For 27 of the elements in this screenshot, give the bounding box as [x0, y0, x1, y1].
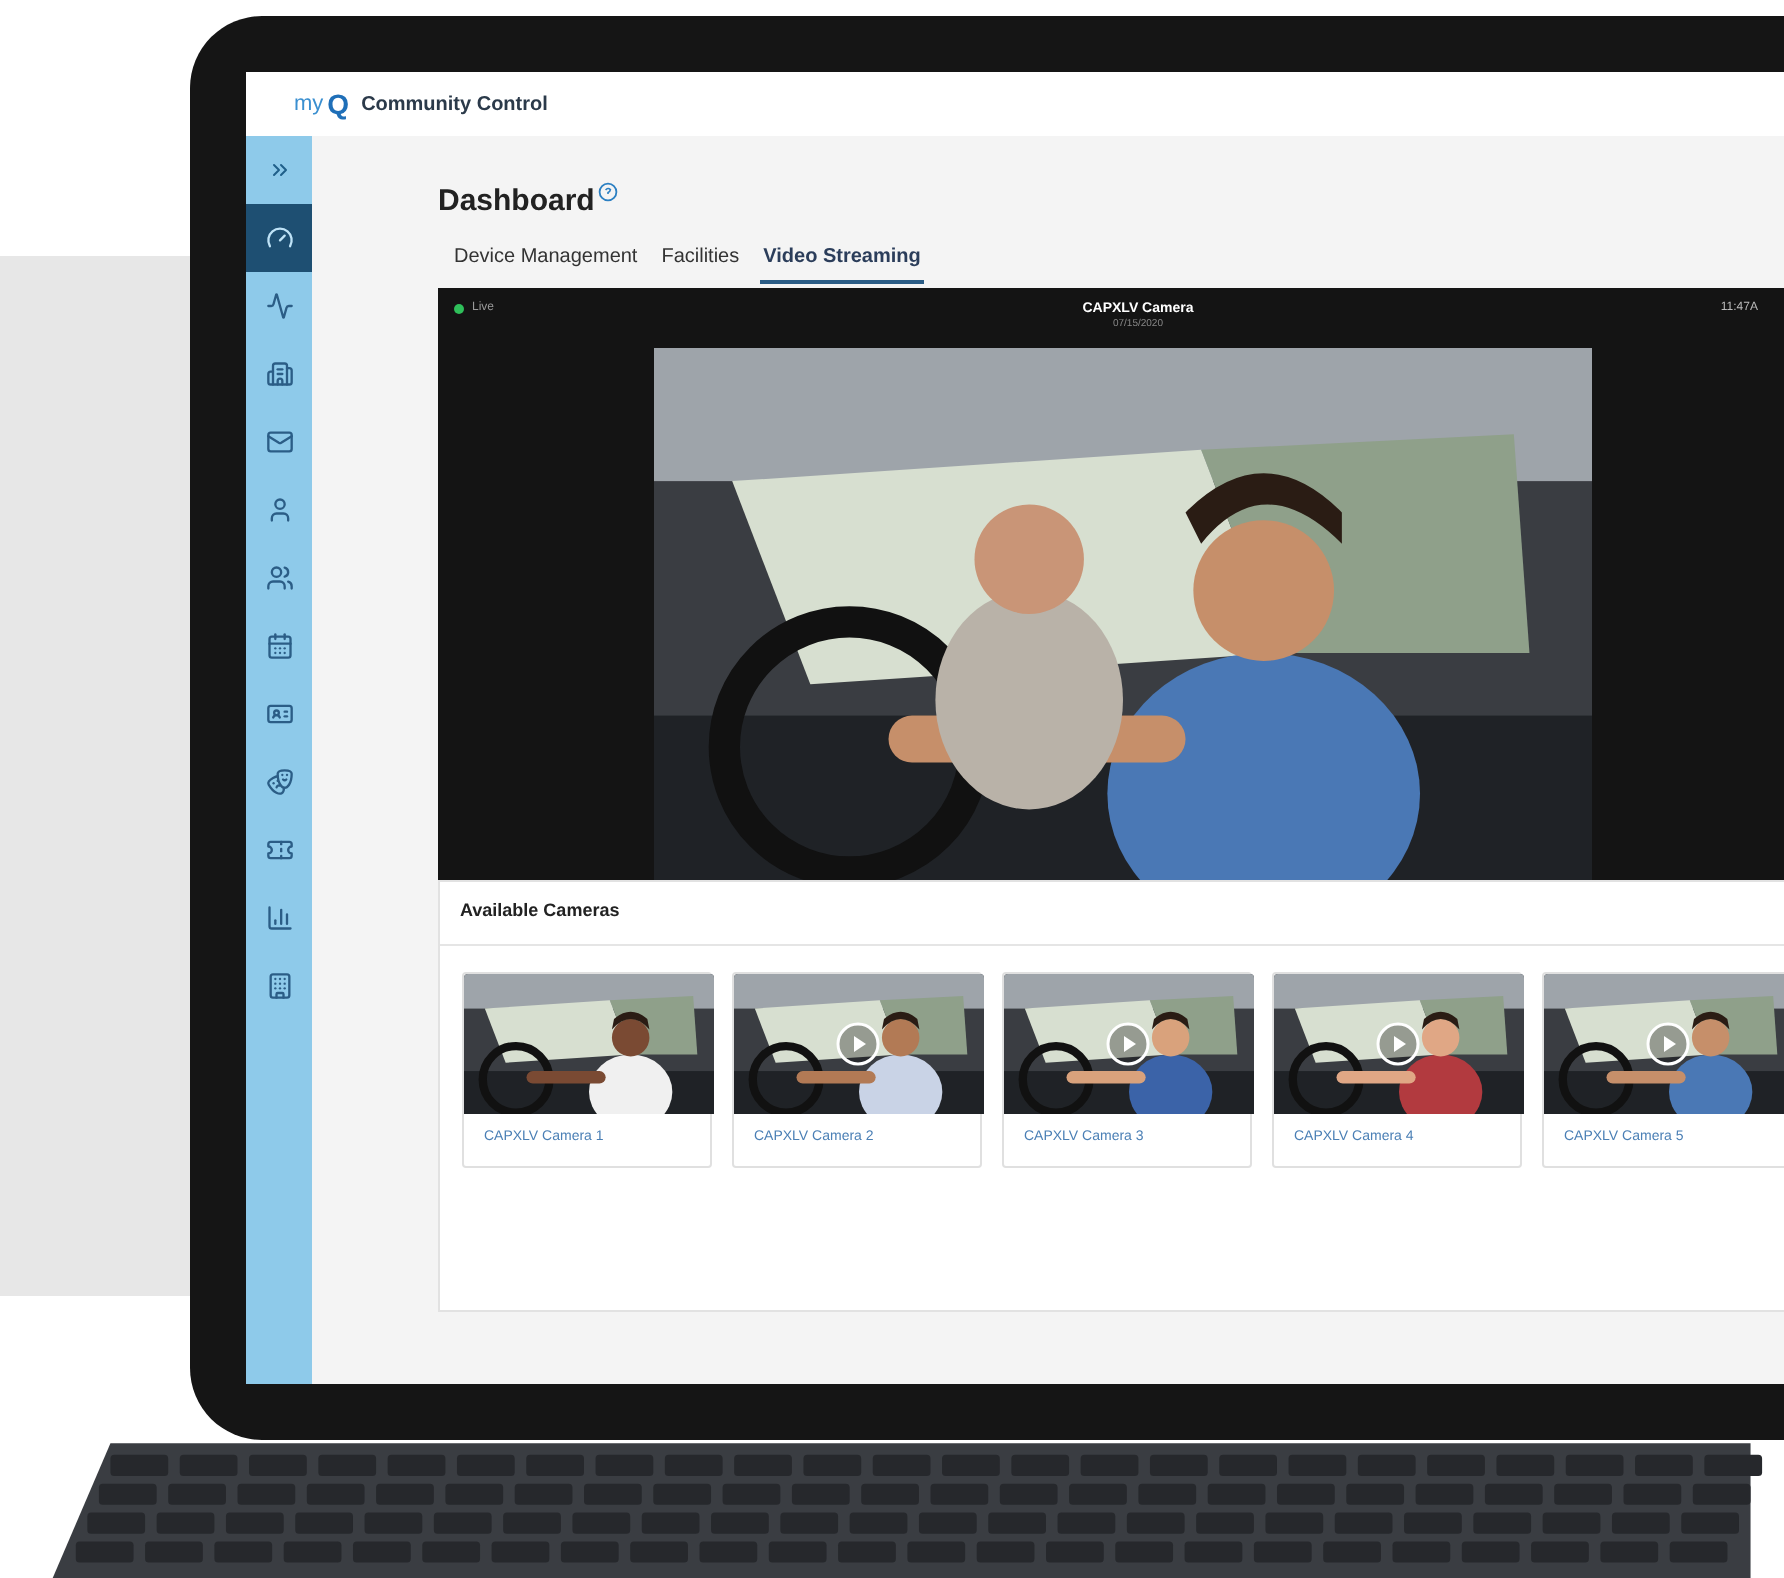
play-icon[interactable] [1376, 1021, 1420, 1065]
logo-letter: Q [327, 85, 350, 124]
mail-icon [265, 428, 293, 456]
gauge-icon [265, 224, 293, 252]
tab[interactable]: Facilities [657, 241, 744, 283]
logo-prefix: my [294, 89, 324, 120]
double-chevron-icon [267, 158, 291, 182]
play-icon[interactable] [1646, 1021, 1690, 1065]
tab[interactable]: Video Streaming [759, 241, 925, 283]
users-icon [265, 564, 293, 592]
masks-icon [265, 768, 293, 796]
page-title: Dashboard [438, 182, 595, 222]
app-name: Community Control [361, 91, 548, 119]
office-building-icon [265, 972, 293, 1000]
bar-chart-icon [265, 904, 293, 932]
calendar-icon [265, 632, 293, 660]
play-icon[interactable] [1106, 1021, 1150, 1065]
tab[interactable]: Device Management [450, 241, 642, 283]
help-icon[interactable] [598, 182, 619, 202]
building-icon [265, 360, 293, 388]
cameras-heading: Available Cameras [460, 898, 620, 925]
play-icon[interactable] [836, 1021, 880, 1065]
user-icon [265, 496, 293, 524]
pulse-icon [265, 292, 293, 320]
sidebar-item[interactable] [246, 204, 312, 272]
id-card-icon [265, 700, 293, 728]
ticket-icon [265, 836, 293, 864]
